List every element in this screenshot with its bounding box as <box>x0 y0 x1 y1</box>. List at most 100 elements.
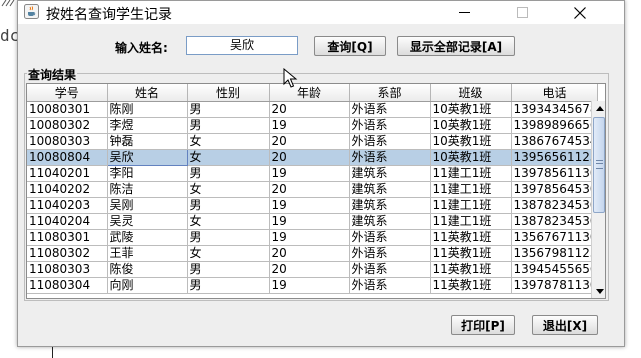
table-cell[interactable]: 建筑系 <box>349 197 431 214</box>
table-cell[interactable]: 王菲 <box>107 245 188 262</box>
table-cell[interactable]: 10英教1班 <box>430 117 512 134</box>
table-cell[interactable]: 男 <box>187 165 270 182</box>
table-row[interactable]: 10080303 钟磊女 20 外语系 10英教1班 13867674534 <box>27 133 599 150</box>
table-cell[interactable]: 男 <box>187 197 270 214</box>
table-cell[interactable]: 陈洁 <box>107 181 188 198</box>
scroll-thumb[interactable] <box>593 117 605 213</box>
column-header[interactable]: 姓名 <box>107 84 188 102</box>
table-row[interactable]: 10080301 陈刚男 20 外语系 10英教1班 13934345678 <box>27 101 599 118</box>
column-header[interactable]: 学号 <box>27 84 108 102</box>
table-row[interactable]: 11040202 陈洁女 20 建筑系 11建工1班 13978564530 <box>27 181 599 198</box>
column-header[interactable]: 性别 <box>187 84 270 102</box>
table-cell[interactable]: 19 <box>269 213 350 230</box>
table-cell[interactable]: 10080303 <box>27 133 108 150</box>
table-cell[interactable]: 10英教1班 <box>430 133 512 150</box>
exit-button[interactable]: 退出[X] <box>532 315 598 335</box>
table-cell[interactable]: 20 <box>269 181 350 198</box>
table-cell[interactable]: 13934345678 <box>511 101 599 118</box>
table-cell[interactable]: 10080302 <box>27 117 108 134</box>
table-cell[interactable]: 女 <box>187 181 270 198</box>
table-cell[interactable]: 10英教1班 <box>430 101 512 118</box>
table-cell[interactable]: 11040204 <box>27 213 108 230</box>
table-cell[interactable]: 13989896656 <box>511 117 599 134</box>
table-cell[interactable]: 11英教1班 <box>430 277 512 294</box>
table-cell[interactable]: 20 <box>269 245 350 262</box>
table-cell[interactable]: 外语系 <box>349 245 431 262</box>
column-header[interactable]: 年龄 <box>269 84 350 102</box>
table-cell[interactable]: 吴刚 <box>107 197 188 214</box>
name-input[interactable]: 吴欣 <box>186 36 298 55</box>
table-row[interactable]: 11080303 陈俊男 20 外语系 11英教1班 13945455656 <box>27 261 599 278</box>
table-cell[interactable]: 13867674534 <box>511 133 599 150</box>
table-cell[interactable]: 吴灵 <box>107 213 188 230</box>
table-cell[interactable]: 外语系 <box>349 229 431 246</box>
table-cell[interactable]: 19 <box>269 229 350 246</box>
title-bar[interactable]: 按姓名查询学生记录 <box>18 1 624 24</box>
table-cell[interactable]: 19 <box>269 277 350 294</box>
table-cell[interactable]: 11英教1班 <box>430 245 512 262</box>
table-cell[interactable]: 李煜 <box>107 117 188 134</box>
table-row[interactable]: 10080302 李煜男 19 外语系 10英教1班 13989896656 <box>27 117 599 134</box>
table-cell[interactable]: 19 <box>269 197 350 214</box>
table-row[interactable]: 11040204 吴灵女 19 建筑系 11建工1班 13878234530 <box>27 213 599 230</box>
table-cell[interactable]: 11英教1班 <box>430 229 512 246</box>
table-cell[interactable]: 钟磊 <box>107 133 188 150</box>
table-cell[interactable]: 11040202 <box>27 181 108 198</box>
table-cell[interactable]: 13878234530 <box>511 197 599 214</box>
table-cell[interactable]: 男 <box>187 117 270 134</box>
table-cell[interactable]: 男 <box>187 229 270 246</box>
table-cell[interactable]: 13945455656 <box>511 261 599 278</box>
table-cell[interactable]: 建筑系 <box>349 165 431 182</box>
table-cell[interactable]: 女 <box>187 213 270 230</box>
column-header[interactable]: 电话 <box>511 84 599 102</box>
close-button[interactable] <box>557 1 603 24</box>
table-cell[interactable]: 10英教1班 <box>430 149 512 166</box>
table-cell[interactable]: 外语系 <box>349 149 431 166</box>
minimize-button[interactable] <box>441 1 487 24</box>
table-cell[interactable]: 李阳 <box>107 165 188 182</box>
table-cell[interactable]: 陈俊 <box>107 261 188 278</box>
table-cell[interactable]: 20 <box>269 101 350 118</box>
table-cell[interactable]: 20 <box>269 261 350 278</box>
table-row[interactable]: 11040201 李阳男 19 建筑系 11建工1班 13978561130 <box>27 165 599 182</box>
table-cell[interactable]: 外语系 <box>349 101 431 118</box>
vertical-scrollbar[interactable] <box>591 101 605 298</box>
table-cell[interactable]: 吴欣 <box>106 149 188 166</box>
table-cell[interactable]: 女 <box>187 133 270 150</box>
table-cell[interactable]: 11080302 <box>27 245 108 262</box>
table-cell[interactable]: 外语系 <box>349 133 431 150</box>
column-header[interactable]: 系部 <box>349 84 431 102</box>
table-cell[interactable]: 11英教1班 <box>430 261 512 278</box>
table-row[interactable]: 11040203 吴刚男 19 建筑系 11建工1班 13878234530 <box>27 197 599 214</box>
table-cell[interactable]: 男 <box>187 101 270 118</box>
table-cell[interactable]: 外语系 <box>349 261 431 278</box>
table-cell[interactable]: 建筑系 <box>349 181 431 198</box>
table-cell[interactable]: 19 <box>269 117 350 134</box>
table-cell[interactable]: 13956561123 <box>511 149 599 166</box>
column-header[interactable]: 班级 <box>430 84 512 102</box>
table-cell[interactable]: 20 <box>269 133 350 150</box>
table-row[interactable]: 11080304 向刚男 19 外语系 11英教1班 13978781130 <box>27 277 599 294</box>
table-cell[interactable]: 11建工1班 <box>430 165 512 182</box>
table-cell[interactable]: 13978561130 <box>511 165 599 182</box>
table-cell[interactable]: 建筑系 <box>349 213 431 230</box>
results-table-viewport[interactable]: 学号 姓名 性别 年龄 系部 班级 电话 10080301 陈刚男 20 外语系 10英教1班 139… <box>26 83 606 299</box>
table-cell[interactable]: 11建工1班 <box>430 181 512 198</box>
table-cell[interactable]: 19 <box>269 165 350 182</box>
table-row[interactable]: 11080302 王菲女 20 外语系 11英教1班 13567981123 <box>27 245 599 262</box>
table-cell[interactable]: 男 <box>187 277 270 294</box>
table-cell[interactable]: 10080804 <box>27 149 108 166</box>
table-cell[interactable]: 13978781130 <box>511 277 599 294</box>
table-cell[interactable]: 武陵 <box>107 229 188 246</box>
table-cell[interactable]: 11080304 <box>27 277 108 294</box>
table-cell[interactable]: 11040201 <box>27 165 108 182</box>
table-cell[interactable]: 13978564530 <box>511 181 599 198</box>
table-cell[interactable]: 女 <box>187 149 270 166</box>
table-cell[interactable]: 11040203 <box>27 197 108 214</box>
table-cell[interactable]: 向刚 <box>107 277 188 294</box>
show-all-button[interactable]: 显示全部记录[A] <box>397 36 515 56</box>
maximize-button[interactable] <box>499 1 545 24</box>
query-button[interactable]: 查询[Q] <box>314 36 386 56</box>
table-row[interactable]: 11080301 武陵男 19 外语系 11英教1班 13567671130 <box>27 229 599 246</box>
table-cell[interactable]: 13567671130 <box>511 229 599 246</box>
